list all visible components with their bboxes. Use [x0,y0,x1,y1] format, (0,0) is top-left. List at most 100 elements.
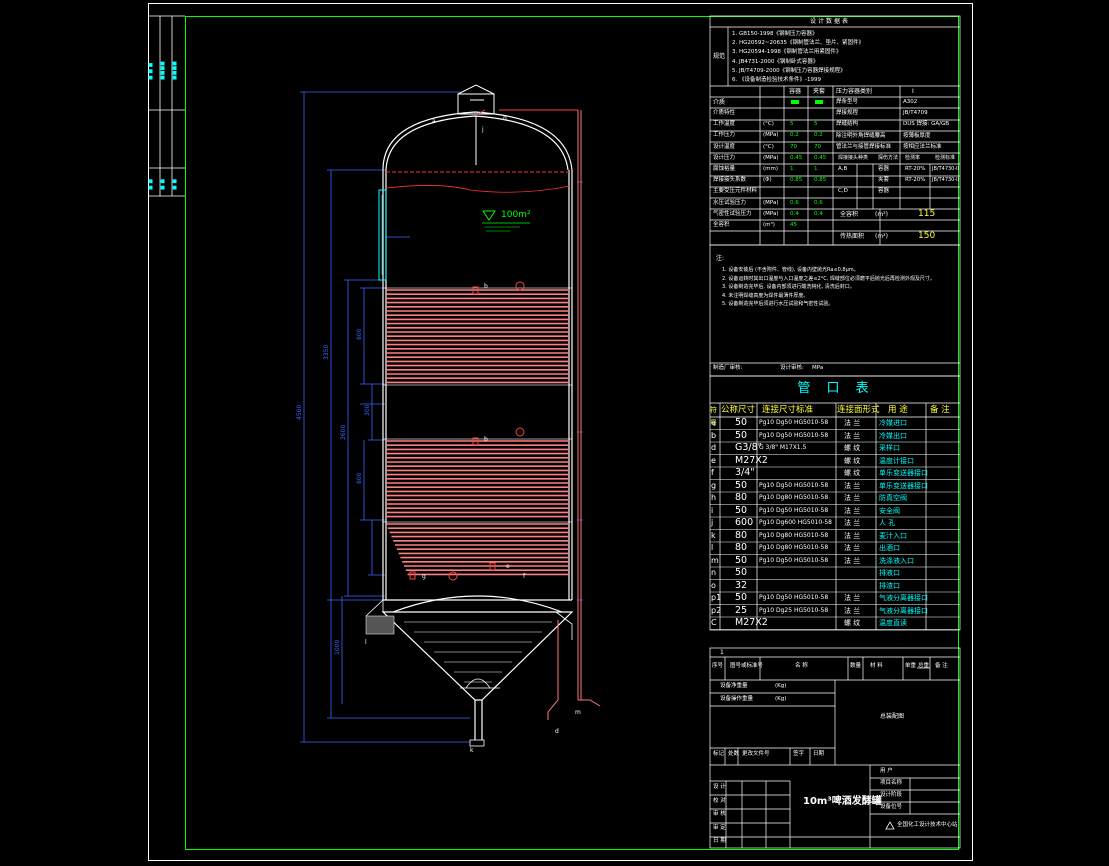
assembly-label: 总装配图 [880,713,905,720]
nozzle-use: 冷媒出口 [879,431,907,440]
svg-text:g: g [422,573,426,580]
note-item: 4. 未注明焊缝高度为焊件最薄件厚度。 [722,292,809,299]
revision-header: 签字 [793,751,805,757]
nozzle-header-sym: 符号 [710,406,717,427]
param-v1: 0.85 [790,177,803,184]
sign-row-label: 设 计 [713,784,726,790]
param-v1: 5 [790,121,794,128]
heat-area-label: 传热面积 [840,233,865,240]
nozzle-symbol: f [711,468,714,477]
param-v2: 5 [814,121,818,128]
param-v2: 0.85 [814,177,827,184]
right-param-label: 除注明外角焊缝腰高 [836,132,886,139]
title-block-label: 设备位号 [880,804,903,810]
sign-row-label: 审 核 [713,811,726,817]
nozzle-use: 排液口 [879,569,900,577]
right-param-value: A302 [903,99,918,105]
nozzle-dn: M27X2 [735,617,768,628]
parts-header: 数量 [850,663,862,669]
svg-text:■ ■: ■ ■ [160,179,166,190]
svg-text:4500: 4500 [296,405,303,420]
param-unit: (Φ) [763,177,772,184]
param-v1: 0.2 [790,132,799,139]
nozzle-symbol: l [711,543,714,552]
ndt-header: 检测标准 [935,155,956,161]
parts-header: 单重 [905,663,917,669]
standard-item: 2. HG20592~20635《钢制管法兰、垫片、紧固件》 [732,40,864,47]
nozzle-symbol: k [711,530,716,540]
full-volume-value: 115 [918,209,936,219]
nozzle-header-face: 连接面形式 [837,405,880,415]
nozzle-dn: 80 [735,542,748,553]
svg-text:k: k [470,747,474,754]
medium-swatch-2 [815,100,823,104]
note-item: 1. 设备安装后 (不含附件、管线), 设备内壁抛光Ra≤0.8μm。 [722,267,859,273]
company-name: 全国化工设计技术中心站 [897,822,958,828]
nozzle-face: 法 兰 [844,519,861,527]
parts-header: 序号 [712,663,724,669]
note-item: 2. 设备运转时其出口温度与入口温度之差≤2°C, 焊缝部位必须磨平后抛光后再检… [722,275,935,282]
right-param-label: 焊接规程 [836,110,859,117]
nozzle-symbol: d [711,443,717,452]
ndt-method: RT-20% [905,177,926,184]
nozzle-std: Pg10 Dg50 HG5010-58 [759,419,829,426]
drawing-sheet: ■ ■ ■ ■■■■ ■■■■ ■ ■ ■ ■ ■ ■ 4500 3350 26… [148,3,973,861]
nozzle-std: Pg10 Dg50 HG5010-58 [759,594,829,601]
full-volume-unit: (m³) [875,211,888,218]
nozzle-dn: M27X2 [735,454,768,466]
heat-area-unit: (m²) [875,233,888,240]
param-v1: 0.45 [790,154,803,161]
nozzle-symbol: i [711,505,714,515]
svg-text:b: b [484,283,488,290]
nozzle-std: Pg10 Dg80 HG5010-58 [759,531,829,539]
revision-header: 标记 [713,751,725,757]
param-v1: 1 [790,166,794,172]
svg-text:3350: 3350 [323,345,330,360]
nozzle-std: Pg10 Dg25 HG5010-58 [759,606,829,614]
nozzle-dn: 80 [735,492,748,503]
nozzle-dn: 50 [735,592,748,603]
weight-net-unit: (Kg) [775,683,787,689]
nozzle-symbol: g [711,480,717,490]
title-block-label: 用 户 [880,768,893,774]
notes-title: 注: [716,255,725,262]
nozzle-use: 单乐变送器接口 [879,481,928,490]
param-v1: 45 [790,222,797,228]
weight-op-unit: (Kg) [775,696,787,702]
top-manhole [457,84,495,165]
support-pad [365,615,395,635]
param-label: 设计温度 [713,143,736,150]
param-label: 工作温度 [713,121,736,128]
param-label: 介质特性 [713,110,736,116]
ndt-method: RT-20% [905,166,926,172]
nozzle-face: 法 兰 [844,431,861,440]
param-label: 全容积 [713,222,730,228]
svg-text:n: n [503,115,507,122]
nozzle-header-use: 用 途 [888,405,908,415]
ndt-grade: 夹套 [878,177,890,184]
container-col-header: 容器 [789,88,802,95]
svg-text:■ ■ ■: ■ ■ ■ [148,62,154,80]
nozzle-face: 法 兰 [844,531,861,540]
svg-text:300: 300 [364,404,371,416]
param-label: 水压试验压力 [713,199,747,206]
nozzle-face: 法 兰 [844,506,861,515]
param-unit: (°C) [763,121,774,128]
param-unit: (MPa) [763,210,779,217]
param-unit: (°C) [763,143,774,150]
standard-item: 3. HG20594-1998《钢制管法兰用紧固件》 [732,49,842,56]
nozzle-std: Pg10 Dg80 HG5010-58 [759,494,829,501]
ndt-header: 焊接接头种类 [838,155,869,161]
revision-header: 处数 [728,751,740,757]
nozzle-face: 法 兰 [844,594,861,602]
nozzle-dn: 32 [735,579,748,591]
ndt-grade: 容器 [878,188,890,195]
design-data-title: 设计数据表 [810,18,851,25]
right-param-value: 按薄板厚度 [903,132,931,139]
param-v2: 0.4 [814,210,823,217]
svg-text:1000: 1000 [334,640,341,655]
lower-cooling-jacket [382,438,573,576]
vessel-class-label: 压力容器类别 [836,88,873,95]
standard-item: 5. JB/T4709-2000《钢制压力容器焊接规程》 [732,67,846,74]
weight-net-label: 设备净重量 [720,683,748,689]
